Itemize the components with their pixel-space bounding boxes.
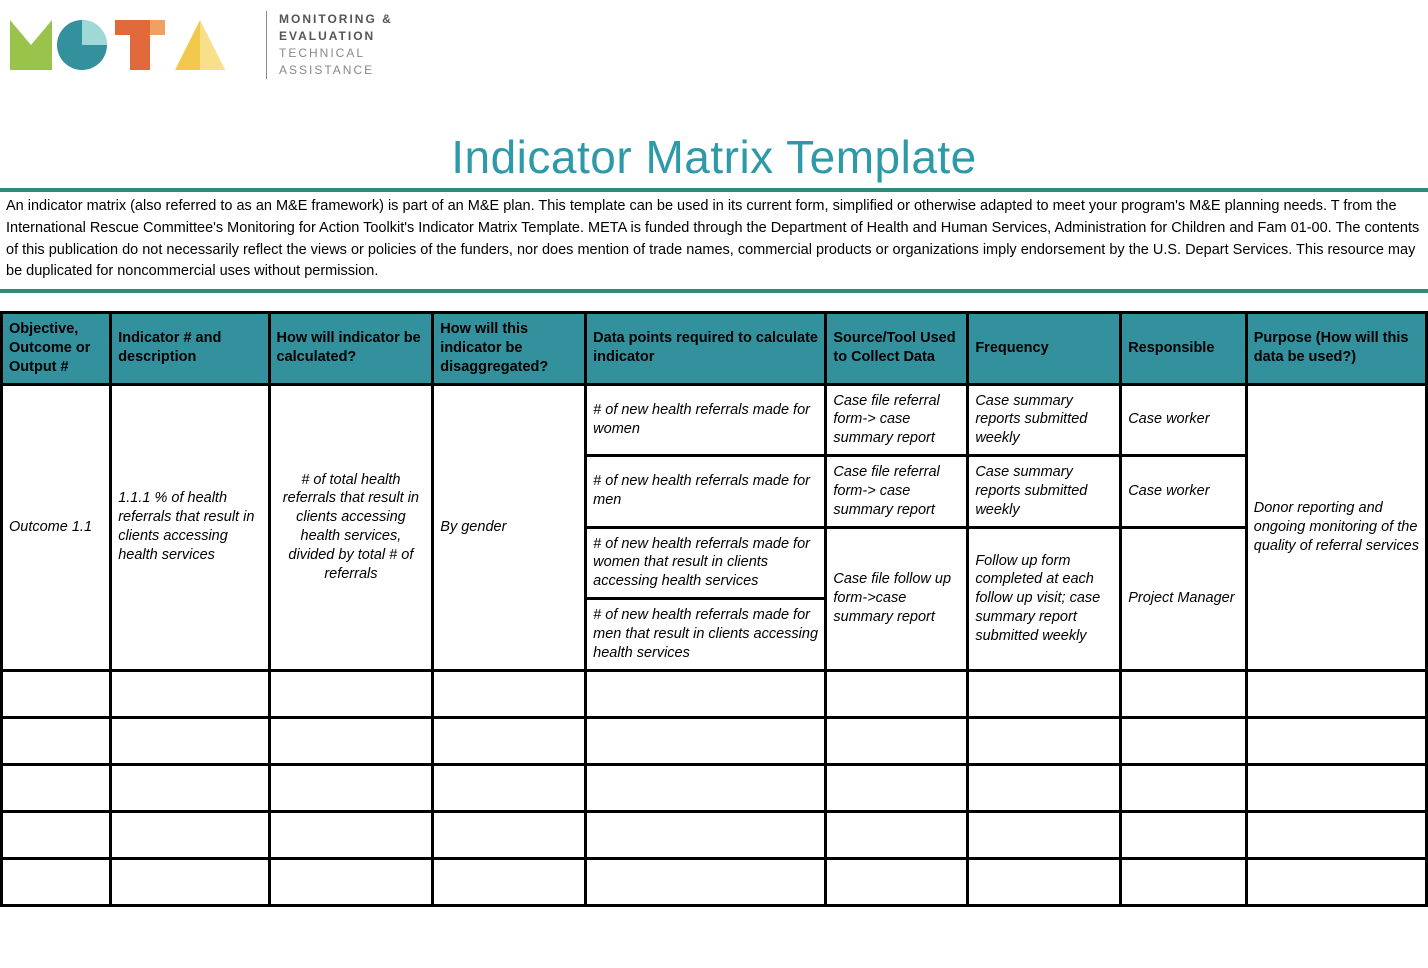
cell-datapoint-4: # of new health referrals made for men t… [586, 599, 826, 671]
empty-row [2, 858, 1427, 905]
empty-cell [826, 811, 968, 858]
cell-source-1: Case file referral form-> case summary r… [826, 384, 968, 456]
meta-logo-icon [10, 10, 250, 80]
cell-datapoint-1: # of new health referrals made for women [586, 384, 826, 456]
empty-cell [1246, 670, 1426, 717]
empty-cell [433, 764, 586, 811]
logo-line2: EVALUATION [279, 28, 393, 45]
th-disaggregation: How will this indicator be disaggregated… [433, 313, 586, 385]
empty-cell [586, 717, 826, 764]
cell-calculation: # of total health referrals that result … [269, 384, 433, 670]
empty-cell [433, 717, 586, 764]
indicator-matrix-table: Objective, Outcome or Output # Indicator… [0, 311, 1428, 907]
logo-line3: TECHNICAL [279, 45, 393, 62]
empty-cell [1121, 764, 1247, 811]
cell-responsible-2: Case worker [1121, 456, 1247, 528]
empty-cell [2, 858, 111, 905]
page-title: Indicator Matrix Template [0, 130, 1428, 184]
th-purpose: Purpose (How will this data be used?) [1246, 313, 1426, 385]
empty-cell [826, 764, 968, 811]
logo-line1: MONITORING & [279, 11, 393, 28]
empty-cell [433, 858, 586, 905]
empty-cell [269, 670, 433, 717]
empty-cell [1246, 764, 1426, 811]
th-datapoints: Data points required to calculate indica… [586, 313, 826, 385]
empty-cell [826, 858, 968, 905]
empty-cell [1121, 858, 1247, 905]
cell-datapoint-3: # of new health referrals made for women… [586, 527, 826, 599]
empty-cell [1121, 670, 1247, 717]
cell-source-2: Case file referral form-> case summary r… [826, 456, 968, 528]
empty-cell [269, 858, 433, 905]
empty-cell [1246, 858, 1426, 905]
empty-cell [111, 717, 269, 764]
meta-logo [10, 10, 250, 80]
cell-responsible-3: Project Manager [1121, 527, 1247, 670]
empty-cell [269, 811, 433, 858]
th-indicator: Indicator # and description [111, 313, 269, 385]
empty-cell [968, 717, 1121, 764]
th-calculation: How will indicator be calculated? [269, 313, 433, 385]
empty-cell [2, 717, 111, 764]
cell-frequency-1: Case summary reports submitted weekly [968, 384, 1121, 456]
empty-cell [826, 717, 968, 764]
empty-row [2, 811, 1427, 858]
empty-cell [2, 811, 111, 858]
empty-cell [269, 764, 433, 811]
empty-row [2, 670, 1427, 717]
logo-subtitle: MONITORING & EVALUATION TECHNICAL ASSIST… [266, 11, 393, 78]
empty-cell [433, 811, 586, 858]
th-frequency: Frequency [968, 313, 1121, 385]
th-source: Source/Tool Used to Collect Data [826, 313, 968, 385]
empty-cell [968, 670, 1121, 717]
logo-line4: ASSISTANCE [279, 62, 393, 79]
empty-row [2, 717, 1427, 764]
cell-disaggregation: By gender [433, 384, 586, 670]
cell-frequency-2: Case summary reports submitted weekly [968, 456, 1121, 528]
table-header-row: Objective, Outcome or Output # Indicator… [2, 313, 1427, 385]
cell-indicator: 1.1.1 % of health referrals that result … [111, 384, 269, 670]
empty-cell [1121, 811, 1247, 858]
intro-band: An indicator matrix (also referred to as… [0, 188, 1428, 293]
empty-cell [1121, 717, 1247, 764]
empty-cell [826, 670, 968, 717]
empty-cell [111, 858, 269, 905]
empty-cell [968, 764, 1121, 811]
cell-source-3: Case file follow up form->case summary r… [826, 527, 968, 670]
th-objective: Objective, Outcome or Output # [2, 313, 111, 385]
cell-objective: Outcome 1.1 [2, 384, 111, 670]
empty-cell [2, 670, 111, 717]
cell-purpose: Donor reporting and ongoing monitoring o… [1246, 384, 1426, 670]
cell-responsible-1: Case worker [1121, 384, 1247, 456]
empty-cell [1246, 717, 1426, 764]
logo-header: MONITORING & EVALUATION TECHNICAL ASSIST… [0, 0, 1428, 80]
empty-cell [1246, 811, 1426, 858]
empty-row [2, 764, 1427, 811]
empty-cell [269, 717, 433, 764]
empty-cell [2, 764, 111, 811]
empty-cell [433, 670, 586, 717]
empty-cell [968, 811, 1121, 858]
empty-cell [111, 670, 269, 717]
empty-cell [586, 858, 826, 905]
empty-cell [111, 811, 269, 858]
empty-cell [968, 858, 1121, 905]
cell-datapoint-2: # of new health referrals made for men [586, 456, 826, 528]
empty-cell [111, 764, 269, 811]
empty-cell [586, 670, 826, 717]
empty-cell [586, 811, 826, 858]
cell-frequency-3: Follow up form completed at each follow … [968, 527, 1121, 670]
data-row-1: Outcome 1.1 1.1.1 % of health referrals … [2, 384, 1427, 456]
th-responsible: Responsible [1121, 313, 1247, 385]
empty-cell [586, 764, 826, 811]
intro-text: An indicator matrix (also referred to as… [6, 196, 1422, 283]
